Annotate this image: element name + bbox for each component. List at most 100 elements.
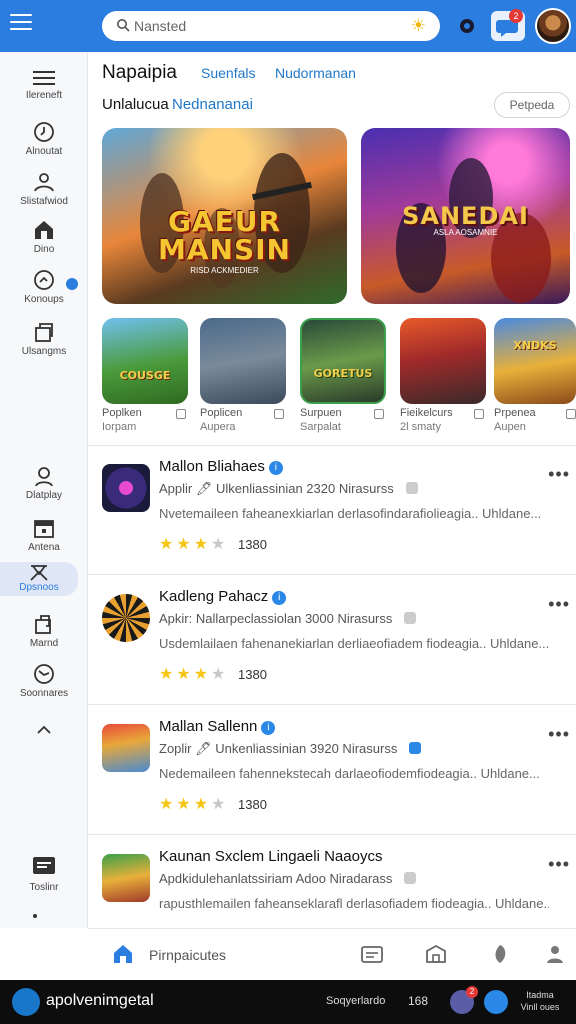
more-options-icon[interactable]: •••: [548, 724, 570, 745]
thumb-checkbox[interactable]: [474, 409, 484, 419]
page-indicator-dot: [33, 914, 37, 918]
more-options-icon[interactable]: •••: [548, 854, 570, 875]
app-icon: [102, 724, 150, 772]
taskbar-clock: Itadma Vinll oues: [520, 989, 560, 1013]
section-link[interactable]: Nednananai: [172, 96, 253, 113]
thumb-subtitle: Aupen: [494, 421, 526, 433]
settings-gear-icon[interactable]: [456, 15, 478, 37]
thumb-subtitle: Aupera: [200, 421, 236, 433]
app-name: Mallon Bliahaes i: [159, 458, 283, 475]
bottom-navigation: Pirnpaicutes: [88, 928, 576, 980]
thumb-image: COUSGE: [102, 318, 188, 404]
sidebar-item-4[interactable]: Konoups: [0, 268, 88, 305]
sidebar-item-7[interactable]: Antena: [0, 516, 88, 553]
profile-avatar[interactable]: [535, 8, 571, 44]
list-item[interactable]: Mallan Sallenn i Zoplir 🖊 Unkenliassinian…: [88, 706, 576, 834]
menu-icon: [33, 71, 55, 85]
search-bar[interactable]: Nansted ☀: [102, 11, 440, 41]
thumb-subtitle: Sarpalat: [300, 421, 341, 433]
thumb-checkbox[interactable]: [566, 409, 576, 419]
app-name: Mallan Sallenn i: [159, 718, 276, 735]
app-meta-text: Applir 🖊 Ulkenliassinian 2320 Nirasurss: [159, 481, 394, 496]
tab-nudormanan[interactable]: Nudormanan: [275, 65, 356, 81]
chat-button[interactable]: 2: [491, 9, 525, 41]
thumb-image: [400, 318, 486, 404]
sidebar-item-8[interactable]: Dpsnoos: [0, 562, 78, 596]
game-thumb-2[interactable]: Poplicen Aupera: [200, 318, 286, 433]
app-meta-text: Zoplir 🖊 Unkenliassinian 3920 Nirasurss: [159, 741, 398, 756]
explore-icon[interactable]: [488, 943, 512, 965]
sidebar-item-label: Ilereneft: [25, 90, 63, 101]
hamburger-menu-icon[interactable]: [10, 14, 32, 34]
home-icon[interactable]: [112, 943, 134, 965]
sidebar-item-9[interactable]: Marnd: [0, 612, 88, 649]
featured-banner-1[interactable]: GAEUR MANSIN RISD ACKMEDIER: [102, 128, 347, 304]
sidebar-item-0[interactable]: Ilereneft: [0, 68, 88, 101]
taskbar-badge: 2: [466, 986, 478, 998]
divider: [88, 834, 576, 835]
thumb-checkbox[interactable]: [374, 409, 384, 419]
app-meta-text: Apdkidulehanlatssiriam Adoo Niradarass: [159, 871, 393, 886]
thumb-subtitle: 2l smaty: [400, 421, 441, 433]
banner-1-title-text: GAEUR MANSIN: [158, 205, 291, 266]
thumb-art-text: COUSGE: [119, 369, 171, 382]
sidebar-item-label: Alnoutat: [25, 146, 63, 157]
sidebar-item-label: Marnd: [29, 638, 59, 649]
taskbar-status: Soqyerlardo: [326, 995, 386, 1007]
sun-icon[interactable]: ☀: [411, 16, 426, 36]
sidebar-item-5[interactable]: Ulsangms: [0, 320, 88, 357]
profile-icon[interactable]: [544, 943, 566, 965]
sidebar-item-label: Toslinr: [29, 882, 59, 893]
app-description: Nvetemaileen faheanexkiarlan derlasofind…: [159, 506, 542, 521]
banner-1-tagline: RISD ACKMEDIER: [190, 266, 259, 275]
clock-icon: [34, 122, 54, 142]
filter-pill-button[interactable]: Petpeda: [494, 92, 570, 118]
list-item[interactable]: Kadleng Pahacz i Apkir: Nallarpeclassiola…: [88, 576, 576, 704]
thumb-checkbox[interactable]: [274, 409, 284, 419]
game-thumb-5[interactable]: XNDKS Prpenea Aupen: [494, 318, 576, 433]
calendar-icon: [34, 520, 54, 538]
tag-icon: [404, 872, 417, 884]
clock-line-2: Vinll oues: [520, 1002, 560, 1012]
app-description: Usdemlailaen fahenanekiarlan derliaeofia…: [159, 636, 549, 651]
news-icon[interactable]: [360, 943, 384, 965]
sidebar-item-6[interactable]: Dlatplay: [0, 464, 88, 501]
app-icon: [102, 854, 150, 902]
sidebar-item-2[interactable]: Slistafwiod: [0, 170, 88, 207]
home-icon: [35, 221, 53, 239]
compass-icon: [34, 664, 54, 684]
featured-banner-2[interactable]: SANEDAI ASLA AOSAMNIE: [361, 128, 570, 304]
list-item[interactable]: Kaunan Sxclem Lingaeli Naaoycs Apdkidule…: [88, 836, 576, 928]
sidebar-item-1[interactable]: Alnoutat: [0, 120, 88, 157]
home-label[interactable]: Pirnpaicutes: [149, 947, 226, 963]
sidebar-item-3[interactable]: Dino: [0, 218, 88, 255]
main-content: Napaipia Suenfals Nudormanan Unlalucua N…: [88, 52, 576, 928]
game-thumb-3[interactable]: GORETUS Surpuen Sarpalat: [300, 318, 386, 433]
taskbar-app-name[interactable]: apolvenimgetal: [46, 992, 154, 1010]
sidebar-item-10[interactable]: Soonnares: [0, 662, 88, 699]
store-icon[interactable]: [424, 943, 448, 965]
banner-1-title: GAEUR MANSIN: [102, 208, 347, 264]
game-thumb-1[interactable]: COUSGE Poplken Iorpam: [102, 318, 188, 433]
more-options-icon[interactable]: •••: [548, 464, 570, 485]
sidebar-item-11[interactable]: Toslinr: [0, 854, 88, 893]
divider: [88, 704, 576, 705]
wifi-icon[interactable]: [484, 990, 508, 1014]
more-options-icon[interactable]: •••: [548, 594, 570, 615]
sidebar-item-label: Antena: [28, 542, 60, 553]
app-logo-icon[interactable]: [12, 988, 40, 1016]
app-name-text: Mallan Sallenn: [159, 718, 258, 735]
sidebar-item-label: Slistafwiod: [20, 196, 68, 207]
app-name-text: Mallon Bliahaes: [159, 458, 265, 475]
game-thumb-4[interactable]: Fieikelcurs 2l smaty: [400, 318, 486, 433]
tab-suenfals[interactable]: Suenfals: [201, 65, 255, 81]
tag-icon: [404, 612, 417, 624]
user-icon: [35, 467, 53, 487]
app-meta: Apkir: Nallarpeclassiolan 3000 Nirasurss: [159, 611, 417, 626]
section-label: Unlalucua: [102, 96, 169, 113]
box-icon: [35, 323, 53, 342]
thumb-checkbox[interactable]: [176, 409, 186, 419]
app-icon: [102, 464, 150, 512]
list-item[interactable]: Mallon Bliahaes i Applir 🖊 Ulkenliassinia…: [88, 446, 576, 574]
collapse-button[interactable]: [0, 722, 88, 738]
